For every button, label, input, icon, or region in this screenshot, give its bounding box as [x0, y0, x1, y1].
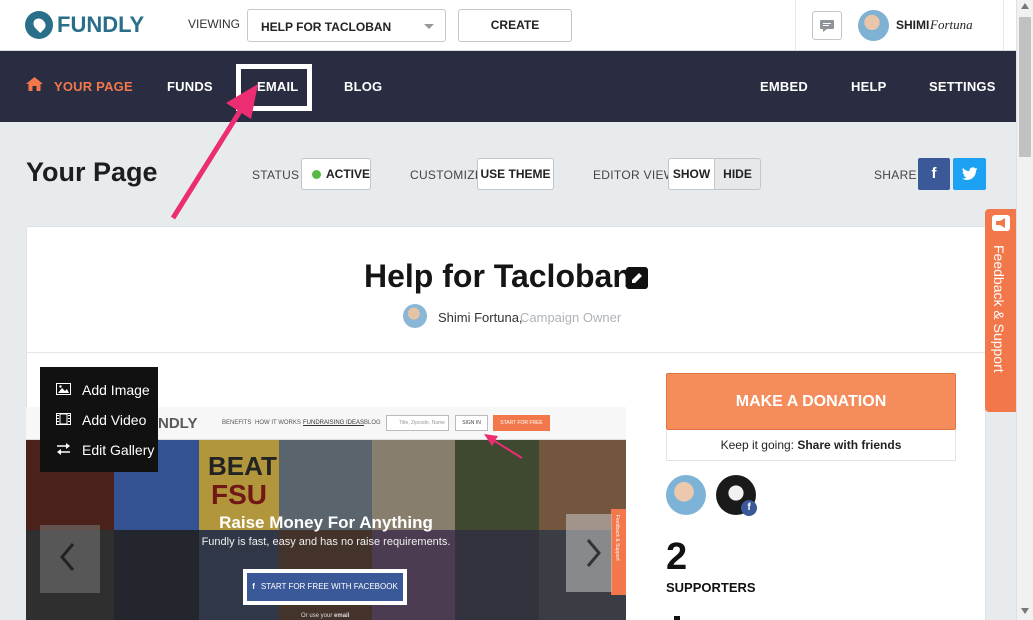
nav-your-page[interactable]: YOUR PAGE	[54, 79, 133, 94]
embedded-sign-in: SIGN IN	[455, 415, 488, 431]
chevron-down-icon	[424, 24, 434, 29]
facebook-icon: f	[931, 165, 937, 182]
embedded-nav-benefits: BENEFITS	[222, 420, 252, 426]
keep-going-bar: Keep it going: Share with friends	[666, 430, 956, 461]
status-label: STATUS	[252, 168, 300, 182]
edit-gallery-item[interactable]: Edit Gallery	[40, 437, 158, 463]
embedded-nav-how: HOW IT WORKS	[255, 420, 301, 426]
divider	[27, 352, 985, 353]
annotation-arrow	[170, 106, 245, 220]
megaphone-icon	[992, 215, 1010, 231]
feedback-tab[interactable]: Feedback & Support	[985, 209, 1016, 412]
owner-name[interactable]: Shimi Fortuna,	[438, 310, 523, 325]
nav-funds[interactable]: FUNDS	[167, 79, 213, 94]
divider	[1003, 0, 1004, 50]
embedded-start-free: START FOR FREE	[493, 415, 550, 431]
supporter-avatar[interactable]	[666, 475, 706, 515]
chat-icon	[820, 20, 834, 32]
scroll-up-icon	[1021, 3, 1029, 9]
gallery-menu: Add Image Add Video Edit Gallery	[40, 367, 158, 472]
embedded-headline: Raise Money For Anything	[219, 513, 433, 532]
nav-blog[interactable]: BLOG	[344, 79, 382, 94]
create-campaign-button[interactable]: CREATE CAMPAIGN	[458, 9, 572, 63]
pencil-icon	[632, 273, 642, 283]
embedded-or-use: Or use your email	[301, 613, 350, 619]
embedded-facebook-button: f START FOR FREE WITH FACEBOOK	[243, 569, 407, 605]
edit-title-button[interactable]	[626, 267, 648, 289]
brand-logo[interactable]: FUNDLY	[57, 12, 144, 38]
status-toggle[interactable]: ACTIVE	[301, 158, 371, 190]
embedded-search: Title, Zipcode, Name	[386, 415, 449, 431]
user-first-name[interactable]: SHIMI	[896, 18, 929, 32]
add-video-item[interactable]: Add Video	[40, 407, 158, 433]
share-label: SHARE	[874, 168, 917, 182]
embedded-feedback-tab: Feedback & Support	[611, 509, 626, 595]
nav-embed[interactable]: EMBED	[760, 79, 808, 94]
viewing-label: VIEWING	[188, 17, 241, 31]
owner-role: Campaign Owner	[520, 310, 622, 325]
user-avatar[interactable]	[858, 10, 889, 41]
twitter-share-button[interactable]	[953, 158, 986, 190]
editor-view-label: EDITOR VIEW	[593, 168, 676, 182]
embedded-nav-blog: BLOG	[364, 420, 381, 426]
scrollbar[interactable]	[1016, 0, 1033, 620]
swap-arrows-icon	[57, 443, 70, 455]
owner-avatar[interactable]	[403, 304, 427, 328]
user-last-name[interactable]: Fortuna	[930, 17, 973, 33]
facebook-icon: f	[252, 582, 255, 591]
embedded-subline: Fundly is fast, easy and has no raise re…	[201, 536, 451, 548]
fundly-logo-icon[interactable]	[25, 11, 53, 39]
campaign-title: Help for Tacloban	[364, 258, 632, 294]
messages-button[interactable]	[812, 11, 842, 40]
twitter-icon	[962, 167, 978, 181]
feedback-tab-label: Feedback & Support	[991, 245, 1007, 373]
scrollbar-thumb[interactable]	[1019, 17, 1031, 157]
main-nav: YOUR PAGE FUNDS EMAIL BLOG EMBED HELP SE…	[0, 51, 1016, 122]
campaign-select[interactable]: HELP FOR TACLOBAN	[247, 9, 446, 42]
make-donation-button[interactable]: MAKE A DONATION	[666, 373, 956, 430]
top-bar: FUNDLY VIEWING HELP FOR TACLOBAN CREATE …	[0, 0, 1016, 63]
supporters-count: 2	[666, 536, 688, 578]
show-button[interactable]: SHOW	[668, 158, 715, 190]
nav-settings[interactable]: SETTINGS	[929, 79, 996, 94]
film-icon	[56, 413, 71, 425]
home-icon	[26, 77, 43, 91]
add-image-item[interactable]: Add Image	[40, 377, 158, 403]
use-theme-button[interactable]: USE THEME	[477, 158, 554, 190]
next-stat-partial	[674, 616, 680, 620]
embedded-nav-ideas: FUNDRAISING IDEAS	[303, 420, 365, 426]
image-icon	[56, 383, 71, 395]
nav-help[interactable]: HELP	[851, 79, 886, 94]
prev-slide-button[interactable]	[40, 525, 100, 593]
chevron-right-icon	[586, 539, 601, 567]
embedded-facebook-label: START FOR FREE WITH FACEBOOK	[260, 582, 398, 591]
keep-going-text: Keep it going:	[720, 438, 794, 452]
chevron-left-icon	[60, 543, 75, 571]
scroll-down-icon	[1021, 608, 1029, 614]
page-title: Your Page	[26, 157, 158, 187]
hide-button[interactable]: HIDE	[714, 158, 761, 190]
status-dot-icon	[312, 170, 321, 179]
facebook-share-button[interactable]: f	[918, 158, 950, 190]
nav-email[interactable]: EMAIL	[257, 79, 298, 94]
customize-label: CUSTOMIZE	[410, 168, 484, 182]
supporters-label: SUPPORTERS	[666, 580, 756, 595]
status-value: ACTIVE	[326, 167, 371, 181]
campaign-select-value: HELP FOR TACLOBAN	[261, 20, 392, 34]
next-slide-button[interactable]	[566, 514, 612, 592]
divider	[795, 0, 796, 50]
facebook-badge-icon: f	[741, 500, 757, 516]
share-with-friends-link[interactable]: Share with friends	[797, 438, 901, 452]
